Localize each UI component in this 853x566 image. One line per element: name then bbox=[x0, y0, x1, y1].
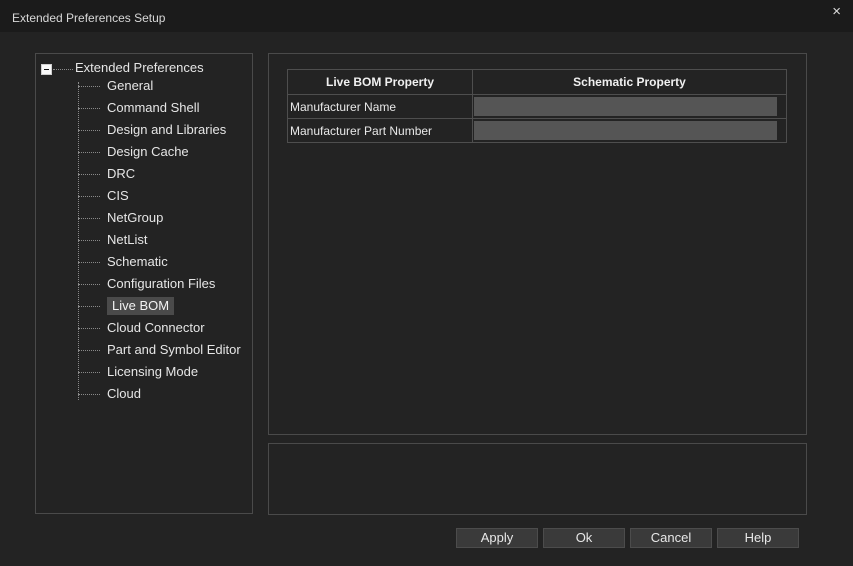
tree-connector bbox=[78, 262, 100, 263]
tree-item-schematic[interactable]: Schematic bbox=[78, 252, 253, 272]
tree-item-label: Live BOM bbox=[107, 297, 175, 315]
tree-item-cis[interactable]: CIS bbox=[78, 186, 253, 206]
help-button[interactable]: Help bbox=[717, 528, 799, 548]
tree-connector bbox=[53, 69, 73, 70]
tree-item-configuration-files[interactable]: Configuration Files bbox=[78, 274, 253, 294]
schematic-property-field[interactable] bbox=[474, 121, 777, 140]
title-bar: Extended Preferences Setup × bbox=[0, 0, 853, 32]
tree-item-general[interactable]: General bbox=[78, 76, 253, 96]
tree-item-licensing-mode[interactable]: Licensing Mode bbox=[78, 362, 253, 382]
tree-item-design-and-libraries[interactable]: Design and Libraries bbox=[78, 120, 253, 140]
schematic-property-cell[interactable] bbox=[472, 94, 787, 119]
cancel-button[interactable]: Cancel bbox=[630, 528, 712, 548]
close-icon[interactable]: × bbox=[832, 4, 841, 20]
tree-connector bbox=[78, 350, 100, 351]
tree-item-label: Licensing Mode bbox=[107, 364, 199, 379]
tree-item-label: Command Shell bbox=[107, 100, 200, 115]
tree-item-cloud[interactable]: Cloud bbox=[78, 384, 253, 404]
tree-item-part-and-symbol-editor[interactable]: Part and Symbol Editor bbox=[78, 340, 253, 360]
tree-connector bbox=[78, 218, 100, 219]
tree-item-label: Cloud Connector bbox=[107, 320, 205, 335]
tree-connector bbox=[78, 196, 100, 197]
tree-item-design-cache[interactable]: Design Cache bbox=[78, 142, 253, 162]
tree-connector bbox=[78, 108, 100, 109]
tree-connector bbox=[78, 394, 100, 395]
live-bom-property-cell: Manufacturer Name bbox=[287, 94, 473, 119]
schematic-property-cell[interactable] bbox=[472, 118, 787, 143]
ok-button[interactable]: Ok bbox=[543, 528, 625, 548]
tree-item-label: Cloud bbox=[107, 386, 141, 401]
tree-item-label: Configuration Files bbox=[107, 276, 216, 291]
apply-button[interactable]: Apply bbox=[456, 528, 538, 548]
tree-connector bbox=[78, 284, 100, 285]
tree-item-label: Design and Libraries bbox=[107, 122, 227, 137]
tree-item-label: NetGroup bbox=[107, 210, 164, 225]
live-bom-settings-panel: Live BOM Property Schematic Property Man… bbox=[268, 53, 807, 435]
tree-item-label: CIS bbox=[107, 188, 129, 203]
tree-item-live-bom[interactable]: Live BOM bbox=[78, 296, 253, 316]
description-panel bbox=[268, 443, 807, 515]
tree-connector bbox=[78, 174, 100, 175]
tree-connector bbox=[78, 328, 100, 329]
tree-item-drc[interactable]: DRC bbox=[78, 164, 253, 184]
tree-item-label: DRC bbox=[107, 166, 136, 181]
live-bom-property-cell: Manufacturer Part Number bbox=[287, 118, 473, 143]
property-mapping-table: Live BOM Property Schematic Property Man… bbox=[287, 69, 787, 143]
tree-connector bbox=[78, 372, 100, 373]
collapse-icon[interactable] bbox=[41, 64, 52, 75]
table-row: Manufacturer Part Number bbox=[287, 118, 787, 143]
tree-connector bbox=[78, 306, 100, 307]
column-header-schematic-property: Schematic Property bbox=[472, 69, 787, 95]
tree-item-cloud-connector[interactable]: Cloud Connector bbox=[78, 318, 253, 338]
column-header-live-bom-property: Live BOM Property bbox=[287, 69, 473, 95]
tree-connector bbox=[78, 130, 100, 131]
tree-root-extended-preferences[interactable]: Extended Preferences bbox=[41, 59, 251, 77]
tree-item-label: Design Cache bbox=[107, 144, 189, 159]
tree-item-netgroup[interactable]: NetGroup bbox=[78, 208, 253, 228]
preferences-tree: Extended Preferences General Command She… bbox=[35, 53, 253, 514]
window-title: Extended Preferences Setup bbox=[12, 11, 166, 25]
schematic-property-field[interactable] bbox=[474, 97, 777, 116]
tree-item-netlist[interactable]: NetList bbox=[78, 230, 253, 250]
tree-item-command-shell[interactable]: Command Shell bbox=[78, 98, 253, 118]
tree-item-label: Part and Symbol Editor bbox=[107, 342, 241, 357]
tree-item-label: Schematic bbox=[107, 254, 168, 269]
table-header-row: Live BOM Property Schematic Property bbox=[287, 69, 787, 95]
tree-connector bbox=[78, 152, 100, 153]
tree-item-label: General bbox=[107, 78, 154, 93]
tree-connector bbox=[78, 86, 100, 87]
table-row: Manufacturer Name bbox=[287, 94, 787, 119]
tree-connector bbox=[78, 240, 100, 241]
tree-item-label: NetList bbox=[107, 232, 148, 247]
tree-root-label: Extended Preferences bbox=[75, 60, 204, 75]
